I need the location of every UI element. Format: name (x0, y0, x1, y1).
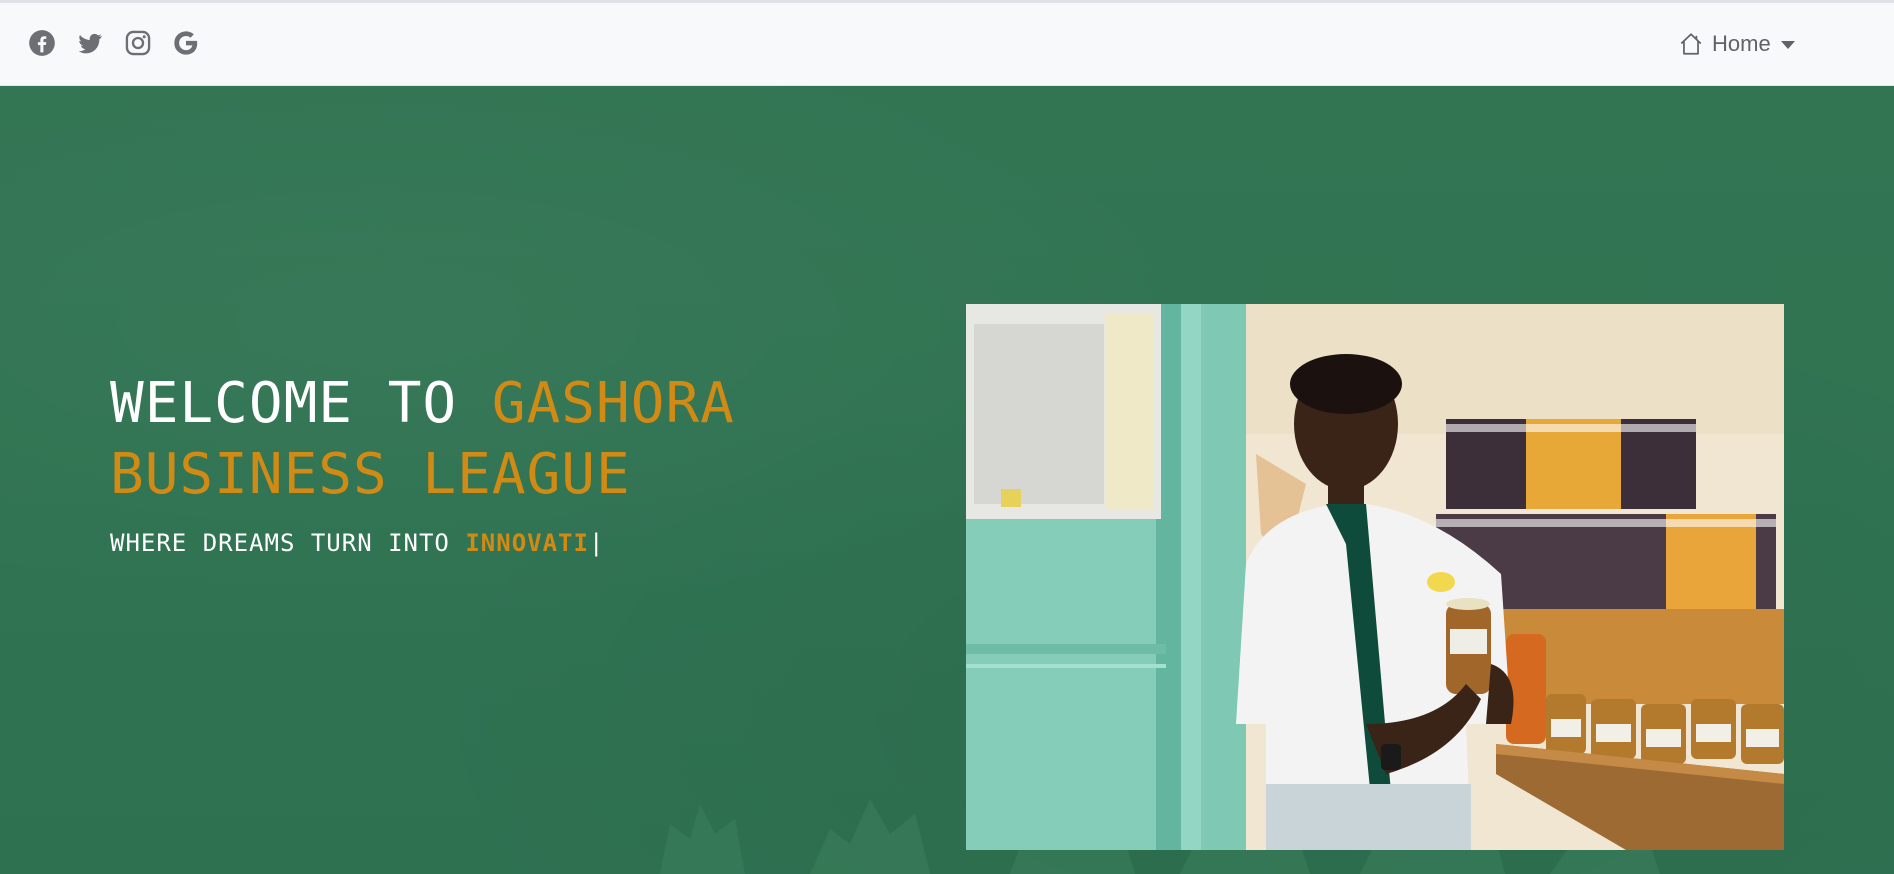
hero-title-accent-2: BUSINESS LEAGUE (110, 442, 631, 507)
tagline-typed-word: INNOVATI (465, 529, 589, 557)
typing-cursor: | (588, 529, 605, 557)
hero-tagline: WHERE DREAMS TURN INTO INNOVATI| (110, 528, 604, 558)
hero-title-accent-1: GASHORA (491, 371, 735, 436)
nav-home-label: Home (1712, 31, 1771, 56)
social-links (28, 29, 200, 57)
google-icon[interactable] (172, 29, 200, 57)
tagline-prefix: WHERE DREAMS TURN INTO (110, 529, 466, 557)
house-icon (1678, 31, 1704, 57)
hero-section: WELCOME TO GASHORA BUSINESS LEAGUE WHERE … (0, 86, 1894, 874)
nav-home-dropdown[interactable]: Home (1678, 31, 1795, 57)
chevron-down-icon (1780, 41, 1795, 49)
navbar: Home (0, 0, 1894, 86)
twitter-icon[interactable] (76, 29, 104, 57)
hero-photo (966, 304, 1784, 850)
student-with-products-image (966, 304, 1784, 850)
hero-title-white: WELCOME TO (110, 371, 492, 436)
facebook-icon[interactable] (28, 29, 56, 57)
instagram-icon[interactable] (124, 29, 152, 57)
hero-title: WELCOME TO GASHORA BUSINESS LEAGUE (110, 368, 735, 510)
